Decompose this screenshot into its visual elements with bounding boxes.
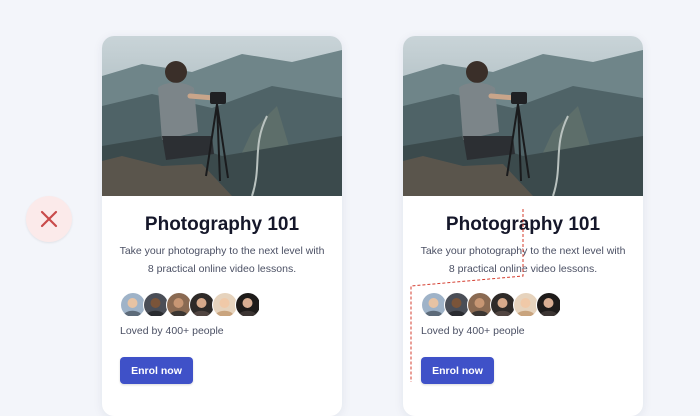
hero-photo <box>403 36 643 196</box>
social-proof-text: Loved by 400+ people <box>120 325 224 337</box>
course-description: Take your photography to the next level … <box>119 245 325 275</box>
close-icon <box>40 210 58 228</box>
course-card: Photography 101 Take your photography to… <box>403 36 643 416</box>
course-description: Take your photography to the next level … <box>420 245 626 275</box>
course-title: Photography 101 <box>445 214 601 235</box>
enrol-button[interactable]: Enrol now <box>120 357 193 384</box>
avatar <box>235 292 261 318</box>
incorrect-badge <box>26 196 72 242</box>
social-proof-text: Loved by 400+ people <box>421 325 525 337</box>
enrol-button[interactable]: Enrol now <box>421 357 494 384</box>
course-title: Photography 101 <box>144 214 300 235</box>
hero-photo <box>102 36 342 196</box>
course-card: Photography 101 Take your photography to… <box>102 36 342 416</box>
avatar <box>536 292 562 318</box>
